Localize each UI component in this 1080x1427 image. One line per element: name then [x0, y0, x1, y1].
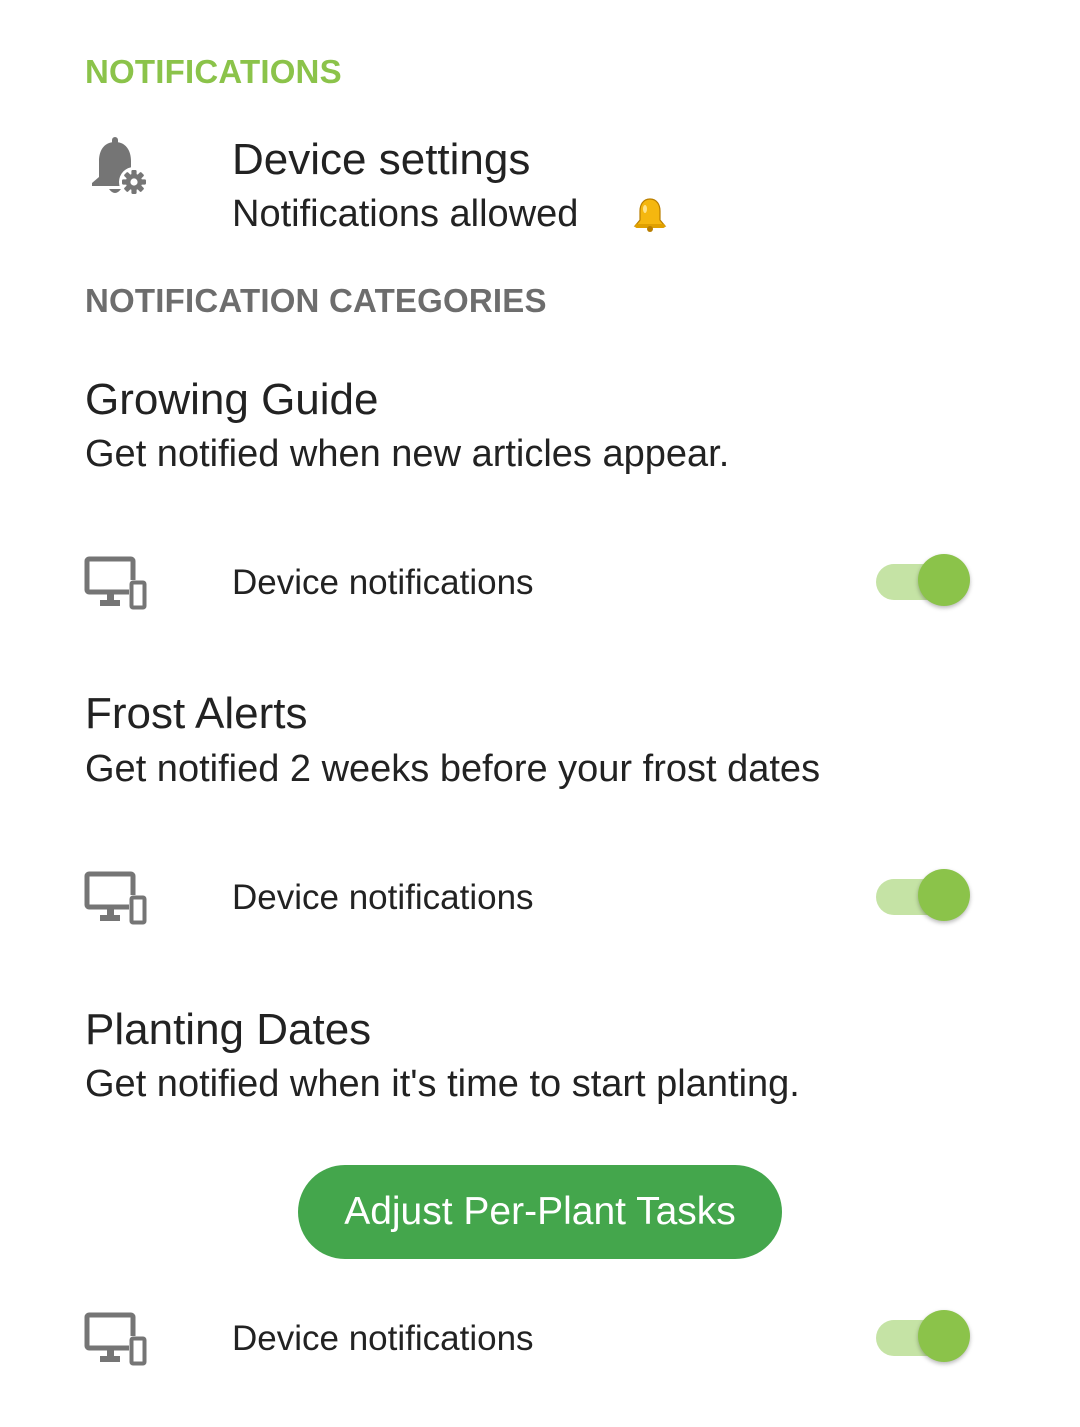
device-settings-subtitle: Notifications allowed: [232, 193, 579, 235]
device-settings-title: Device settings: [232, 135, 531, 184]
frost-alerts-title: Frost Alerts: [85, 689, 308, 738]
devices-icon: [84, 1312, 148, 1366]
device-settings-row[interactable]: Device settings Notifications allowed: [0, 120, 1080, 250]
growing-guide-device-label: Device notifications: [232, 563, 534, 602]
planting-dates-device-row[interactable]: Device notifications: [0, 1296, 1080, 1380]
growing-guide-device-toggle[interactable]: [874, 554, 972, 610]
planting-dates-title: Planting Dates: [85, 1005, 372, 1054]
bell-emoji-icon: [632, 196, 668, 232]
notifications-section-header: NOTIFICATIONS: [85, 53, 342, 90]
frost-alerts-device-row[interactable]: Device notifications: [0, 855, 1080, 939]
adjust-per-plant-tasks-button[interactable]: Adjust Per-Plant Tasks: [298, 1165, 782, 1259]
planting-dates-device-toggle[interactable]: [874, 1310, 972, 1366]
growing-guide-device-row[interactable]: Device notifications: [0, 540, 1080, 624]
planting-dates-description: Get notified when it's time to start pla…: [85, 1063, 800, 1105]
frost-alerts-device-toggle[interactable]: [874, 869, 972, 925]
toggle-thumb: [918, 869, 970, 921]
bell-settings-icon: [88, 136, 152, 200]
frost-alerts-description: Get notified 2 weeks before your frost d…: [85, 748, 821, 790]
growing-guide-description: Get notified when new articles appear.: [85, 433, 730, 475]
growing-guide-title: Growing Guide: [85, 375, 379, 424]
devices-icon: [84, 556, 148, 610]
planting-dates-device-label: Device notifications: [232, 1319, 534, 1358]
toggle-thumb: [918, 1310, 970, 1362]
devices-icon: [84, 871, 148, 925]
frost-alerts-device-label: Device notifications: [232, 878, 534, 917]
toggle-thumb: [918, 554, 970, 606]
notification-categories-header: NOTIFICATION CATEGORIES: [85, 282, 547, 319]
